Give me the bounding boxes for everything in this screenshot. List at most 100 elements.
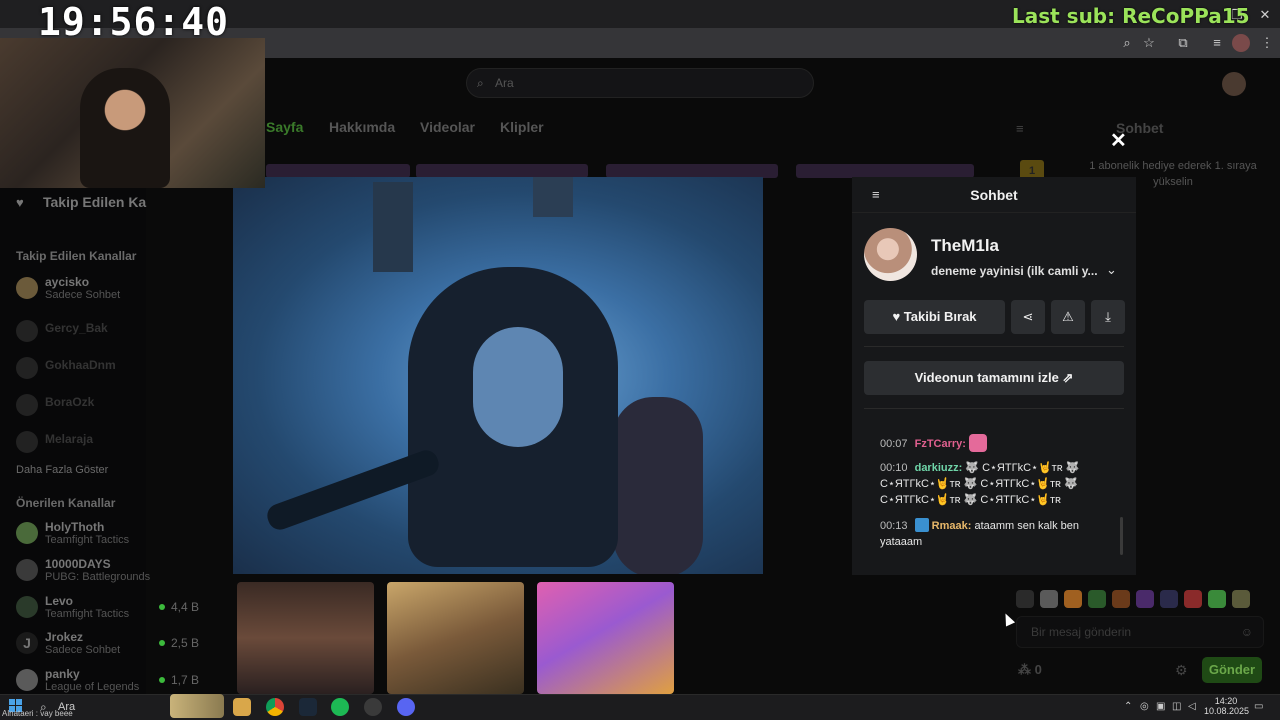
message-user[interactable]: Rmaak bbox=[932, 520, 968, 532]
watch-full-video-button[interactable]: Videonun tamamını izle ⇗ bbox=[864, 361, 1124, 395]
tab-about[interactable]: Hakkımda bbox=[329, 119, 395, 135]
network-icon[interactable]: ◫ bbox=[1172, 701, 1181, 712]
tab-videos[interactable]: Videolar bbox=[420, 119, 475, 135]
chat-settings-icon[interactable]: ⚙ bbox=[1175, 662, 1188, 679]
spotify-icon[interactable] bbox=[331, 698, 349, 716]
heart-icon: ♥ bbox=[892, 309, 901, 324]
chrome-icon[interactable] bbox=[266, 698, 284, 716]
channel-name: panky bbox=[45, 667, 80, 681]
share-icon: ⋖ bbox=[1022, 309, 1034, 324]
search-placeholder: Ara bbox=[495, 76, 514, 90]
chevron-down-icon[interactable]: ⌄ bbox=[1106, 262, 1117, 278]
file-explorer-icon[interactable] bbox=[233, 698, 251, 716]
zoom-icon[interactable]: ⌕ bbox=[1118, 34, 1136, 52]
channel-name: Levo bbox=[45, 594, 74, 608]
sidebar-item-jrokez[interactable]: J Jrokez Sadece Sohbet 2,5 B bbox=[16, 630, 206, 660]
overlay-clock: 19:56:40 bbox=[38, 0, 230, 44]
emote[interactable] bbox=[1232, 590, 1250, 608]
sidebar-item-aycisko[interactable]: aycisko Sadece Sohbet bbox=[16, 275, 206, 305]
share-button[interactable]: ⋖ bbox=[1011, 300, 1045, 334]
emote[interactable] bbox=[1016, 590, 1034, 608]
emote[interactable] bbox=[1208, 590, 1226, 608]
chat-menu-icon[interactable]: ≡ bbox=[1016, 121, 1024, 136]
media-icon[interactable]: ≡ bbox=[1208, 34, 1226, 52]
scrollbar[interactable] bbox=[1120, 517, 1123, 555]
streamer-name[interactable]: TheM1la bbox=[931, 236, 999, 256]
emote[interactable] bbox=[1112, 590, 1130, 608]
emote bbox=[969, 434, 988, 452]
chat-message-list[interactable]: 00:07 FzTCarry: 00:10 darkiuzz: 🐺 C⋆ЯTΓk… bbox=[866, 420, 1124, 562]
emote[interactable] bbox=[1064, 590, 1082, 608]
emoji-icon[interactable]: ☺ bbox=[1241, 617, 1253, 647]
video-thumbnail[interactable] bbox=[416, 164, 588, 178]
extensions-icon[interactable]: ⧉ bbox=[1174, 34, 1192, 52]
channel-points[interactable]: ⁂ 0 bbox=[1018, 662, 1042, 678]
download-button[interactable]: ⤓ bbox=[1091, 300, 1125, 334]
message-user[interactable]: FzTCarry bbox=[915, 438, 963, 450]
video-thumbnails-row bbox=[266, 164, 976, 178]
more-menu-icon[interactable]: ⋮ bbox=[1258, 34, 1276, 52]
message-user[interactable]: darkiuzz bbox=[915, 462, 959, 474]
tab-home[interactable]: Sayfa bbox=[266, 119, 303, 135]
sidebar-item-panky[interactable]: panky League of Legends 1,7 B bbox=[16, 667, 206, 697]
sidebar-item-offline[interactable]: GokhaaDnm bbox=[16, 355, 206, 385]
sidebar-item-levo[interactable]: Levo Teamfight Tactics 4,4 B bbox=[16, 594, 206, 624]
clip-thumbnail[interactable] bbox=[237, 582, 374, 694]
avatar bbox=[16, 669, 38, 691]
channel-name: Melaraja bbox=[45, 432, 94, 446]
gaming-chair bbox=[613, 397, 703, 574]
sidebar-item-offline[interactable]: BoraOzk bbox=[16, 392, 206, 422]
message-time: 00:13 bbox=[880, 520, 908, 532]
emote[interactable] bbox=[1088, 590, 1106, 608]
streamer-avatar[interactable] bbox=[864, 228, 917, 281]
avatar bbox=[16, 357, 38, 379]
emote[interactable] bbox=[1040, 590, 1058, 608]
obs-icon[interactable] bbox=[364, 698, 382, 716]
bookmark-star-icon[interactable]: ☆ bbox=[1140, 34, 1158, 52]
video-thumbnail[interactable] bbox=[266, 164, 410, 178]
user-avatar[interactable] bbox=[1222, 72, 1246, 96]
chat-message-input[interactable]: Bir mesaj gönderin ☺ bbox=[1016, 616, 1264, 648]
emote[interactable] bbox=[1184, 590, 1202, 608]
panel-title: Sohbet bbox=[970, 187, 1018, 203]
video-player[interactable] bbox=[233, 177, 763, 574]
steam-icon[interactable] bbox=[299, 698, 317, 716]
profile-avatar-icon[interactable] bbox=[1232, 34, 1250, 52]
tab-clips[interactable]: Klipler bbox=[500, 119, 544, 135]
volume-icon[interactable]: ◁ bbox=[1188, 701, 1196, 712]
sidebar-item-holythoth[interactable]: HolyThoth Teamfight Tactics bbox=[16, 520, 206, 550]
discord-icon[interactable] bbox=[397, 698, 415, 716]
sidebar-item-offline[interactable]: Melaraja bbox=[16, 429, 206, 459]
clip-thumbnail[interactable] bbox=[387, 582, 524, 694]
message-text: ataamm sen kalk ben yataaam bbox=[880, 520, 1080, 548]
emote[interactable] bbox=[1136, 590, 1154, 608]
warning-icon: ⚠ bbox=[1062, 309, 1074, 324]
emote[interactable] bbox=[1160, 590, 1178, 608]
notification-icon[interactable]: ▭ bbox=[1254, 701, 1263, 712]
message-time: 00:07 bbox=[880, 438, 908, 450]
channel-name: Gercy_Bak bbox=[45, 321, 108, 335]
tray-chevron-icon[interactable]: ⌃ bbox=[1124, 701, 1132, 712]
sidebar-item-10000days[interactable]: 10000DAYS PUBG: Battlegrounds bbox=[16, 557, 206, 587]
chat-message: 00:13 Rmaak: ataamm sen kalk ben yataaam bbox=[880, 518, 1080, 548]
wall-poster bbox=[373, 182, 413, 272]
clip-thumbnail[interactable] bbox=[537, 582, 674, 694]
channel-category: League of Legends bbox=[45, 681, 140, 693]
video-thumbnail[interactable] bbox=[606, 164, 778, 178]
clip-thumbnails-row bbox=[237, 582, 677, 694]
close-window-icon[interactable]: ✕ bbox=[1256, 6, 1274, 24]
tray-app-icon[interactable]: ◎ bbox=[1140, 701, 1149, 712]
show-more-link[interactable]: Daha Fazla Göster bbox=[16, 464, 108, 476]
taskbar-clock[interactable]: 14:20 10.08.2025 bbox=[1204, 696, 1249, 716]
report-button[interactable]: ⚠ bbox=[1051, 300, 1085, 334]
tray-app-icon[interactable]: ▣ bbox=[1156, 701, 1165, 712]
emote-row bbox=[1016, 590, 1266, 610]
overlay-last-sub: Last sub: ReCoPPa15 bbox=[1012, 4, 1250, 28]
channel-name: 10000DAYS bbox=[45, 557, 111, 571]
send-button[interactable]: Gönder bbox=[1202, 657, 1262, 683]
search-input[interactable]: ⌕ Ara bbox=[466, 68, 814, 98]
sidebar-item-offline[interactable]: Gercy_Bak bbox=[16, 318, 206, 348]
unfollow-button[interactable]: ♥ Takibi Bırak bbox=[864, 300, 1005, 334]
video-thumbnail[interactable] bbox=[796, 164, 974, 178]
close-icon[interactable]: ✕ bbox=[1110, 128, 1127, 153]
